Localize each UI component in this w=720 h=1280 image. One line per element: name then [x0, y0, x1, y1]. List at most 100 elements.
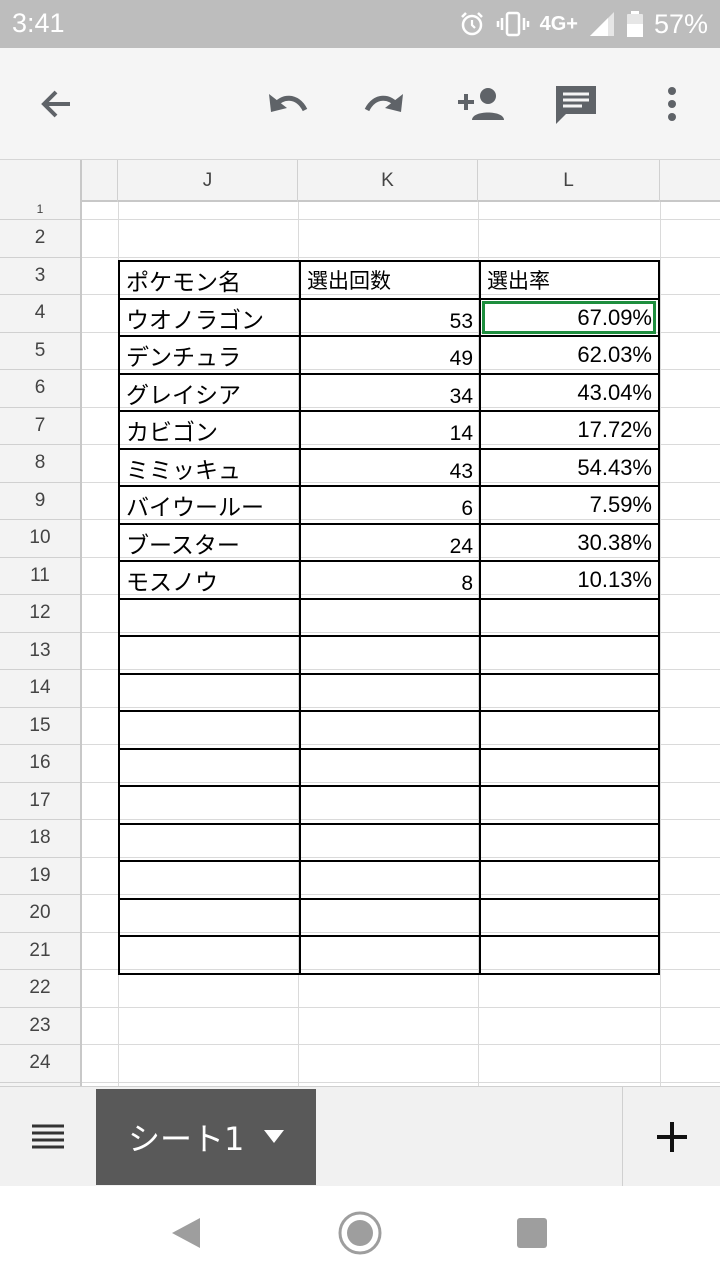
- table-cell[interactable]: [118, 935, 299, 973]
- share-button[interactable]: [448, 72, 512, 136]
- table-cell[interactable]: [118, 672, 299, 711]
- table-cell[interactable]: [118, 747, 299, 786]
- table-cell[interactable]: [479, 747, 660, 786]
- nav-back-button[interactable]: [156, 1208, 216, 1258]
- table-cell[interactable]: [299, 710, 479, 748]
- table-cell[interactable]: [299, 597, 479, 636]
- row-header[interactable]: 3: [0, 258, 80, 295]
- table-cell[interactable]: [299, 860, 479, 898]
- nav-home-button[interactable]: [330, 1208, 390, 1258]
- table-cell[interactable]: 34: [299, 372, 479, 411]
- add-sheet-button[interactable]: [622, 1087, 720, 1187]
- table-cell[interactable]: [479, 597, 660, 636]
- table-cell[interactable]: [479, 897, 660, 936]
- row-header[interactable]: 1: [0, 202, 80, 220]
- table-cell[interactable]: デンチュラ: [118, 335, 299, 373]
- table-cell[interactable]: [118, 710, 299, 748]
- table-cell[interactable]: [479, 710, 660, 748]
- table-cell[interactable]: 62.03%: [479, 335, 660, 373]
- redo-button[interactable]: [352, 72, 416, 136]
- table-cell[interactable]: ミミッキュ: [118, 447, 299, 486]
- table-cell[interactable]: 43.04%: [479, 372, 660, 411]
- table-cell[interactable]: [118, 897, 299, 936]
- table-cell[interactable]: 6: [299, 485, 479, 523]
- table-cell[interactable]: 49: [299, 335, 479, 373]
- table-cell[interactable]: [479, 672, 660, 711]
- column-header-l[interactable]: L: [478, 160, 660, 202]
- row-header[interactable]: 8: [0, 445, 80, 483]
- table-cell[interactable]: [479, 860, 660, 898]
- table-cell[interactable]: [479, 935, 660, 973]
- table-header-cell[interactable]: ポケモン名: [118, 260, 299, 298]
- table-cell[interactable]: 24: [299, 522, 479, 561]
- column-header-k[interactable]: K: [298, 160, 478, 202]
- row-header[interactable]: 19: [0, 858, 80, 895]
- table-cell[interactable]: [299, 747, 479, 786]
- row-header[interactable]: 11: [0, 558, 80, 595]
- table-cell[interactable]: モスノウ: [118, 560, 299, 598]
- table-cell[interactable]: バイウールー: [118, 485, 299, 523]
- table-cell[interactable]: カビゴン: [118, 410, 299, 448]
- row-header[interactable]: 23: [0, 1008, 80, 1045]
- table-cell[interactable]: [479, 635, 660, 673]
- row-header[interactable]: 18: [0, 820, 80, 858]
- table-header-cell[interactable]: 選出回数: [299, 260, 479, 298]
- table-cell[interactable]: [479, 785, 660, 823]
- row-header[interactable]: 10: [0, 520, 80, 558]
- row-header[interactable]: 16: [0, 745, 80, 783]
- table-cell[interactable]: [118, 635, 299, 673]
- row-header[interactable]: 2: [0, 220, 80, 258]
- column-header-j[interactable]: J: [118, 160, 298, 202]
- table-header-cell[interactable]: 選出率: [479, 260, 660, 298]
- row-header[interactable]: 22: [0, 970, 80, 1008]
- table-cell[interactable]: ウオノラゴン: [118, 297, 299, 336]
- table-cell[interactable]: [299, 822, 479, 861]
- table-cell[interactable]: 54.43%: [479, 447, 660, 486]
- table-cell[interactable]: ブースター: [118, 522, 299, 561]
- table-cell[interactable]: 43: [299, 447, 479, 486]
- row-header[interactable]: 13: [0, 633, 80, 670]
- row-header[interactable]: 5: [0, 333, 80, 370]
- table-cell[interactable]: [118, 785, 299, 823]
- undo-button[interactable]: [256, 72, 320, 136]
- table-cell[interactable]: グレイシア: [118, 372, 299, 411]
- row-header[interactable]: 14: [0, 670, 80, 708]
- row-header[interactable]: 9: [0, 483, 80, 520]
- table-cell[interactable]: 17.72%: [479, 410, 660, 448]
- table-cell[interactable]: [118, 860, 299, 898]
- back-button[interactable]: [24, 72, 88, 136]
- table-cell[interactable]: [299, 672, 479, 711]
- table-cell[interactable]: 7.59%: [479, 485, 660, 523]
- table-cell[interactable]: 10.13%: [479, 560, 660, 598]
- row-header[interactable]: 24: [0, 1045, 80, 1083]
- table-cell[interactable]: 8: [299, 560, 479, 598]
- table-row: バイウールー 6 7.59%: [118, 485, 660, 523]
- row-header[interactable]: 15: [0, 708, 80, 745]
- table-cell[interactable]: [299, 635, 479, 673]
- sheet-list-button[interactable]: [20, 1113, 76, 1161]
- dropdown-icon[interactable]: [264, 1130, 285, 1144]
- comment-button[interactable]: [544, 72, 608, 136]
- table-cell[interactable]: 30.38%: [479, 522, 660, 561]
- table-cell[interactable]: [118, 822, 299, 861]
- row-header[interactable]: 21: [0, 933, 80, 970]
- table-cell[interactable]: 14: [299, 410, 479, 448]
- table-row: ミミッキュ 43 54.43%: [118, 447, 660, 486]
- row-header[interactable]: 4: [0, 295, 80, 333]
- row-header[interactable]: 6: [0, 370, 80, 408]
- column-header-partial[interactable]: [82, 160, 118, 202]
- nav-recents-button[interactable]: [502, 1208, 562, 1258]
- table-cell[interactable]: [299, 897, 479, 936]
- table-cell[interactable]: [118, 597, 299, 636]
- table-cell[interactable]: [299, 785, 479, 823]
- select-all-corner[interactable]: [0, 160, 82, 202]
- row-header[interactable]: 17: [0, 783, 80, 820]
- sheet-tab-active[interactable]: シート1: [96, 1089, 316, 1185]
- row-header[interactable]: 20: [0, 895, 80, 933]
- table-cell[interactable]: 53: [299, 297, 479, 336]
- row-header[interactable]: 12: [0, 595, 80, 633]
- more-options-button[interactable]: [640, 72, 704, 136]
- row-header[interactable]: 7: [0, 408, 80, 445]
- table-cell[interactable]: [299, 935, 479, 973]
- table-cell[interactable]: [479, 822, 660, 861]
